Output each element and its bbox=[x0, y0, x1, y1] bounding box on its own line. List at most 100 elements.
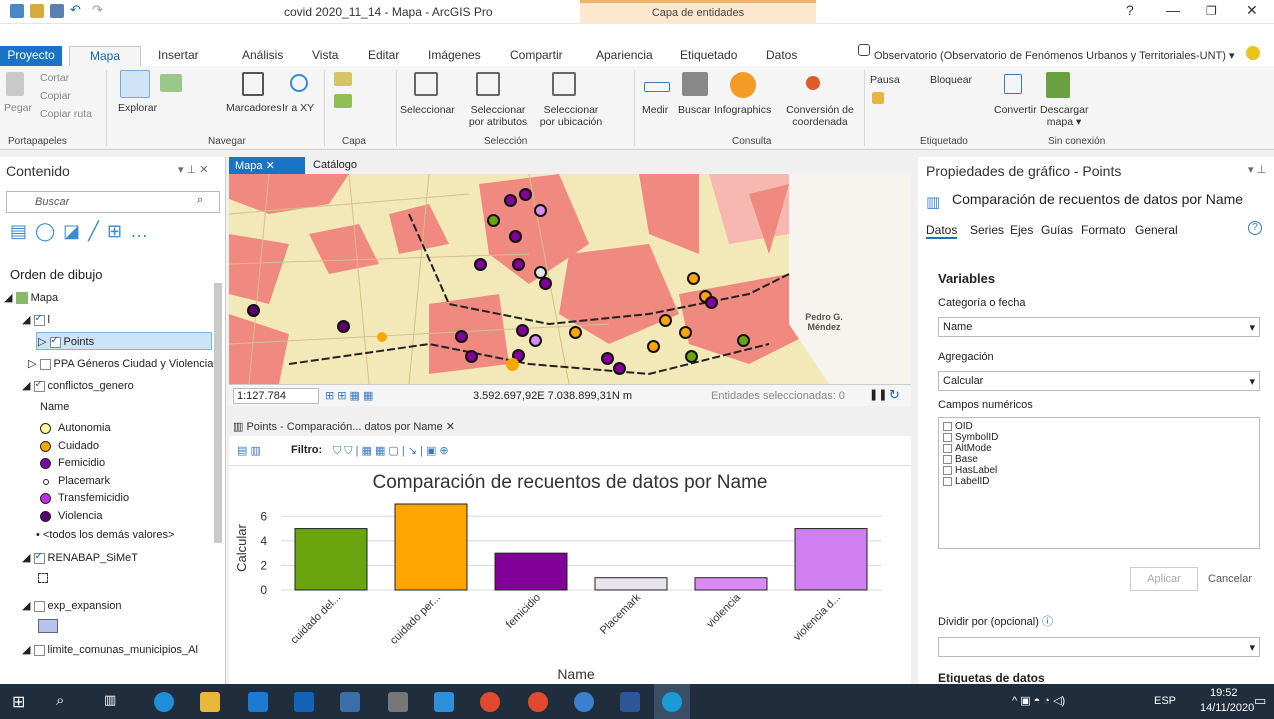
snapping-icons[interactable]: ⊞ ⊞ ▦ ▦ bbox=[325, 389, 373, 402]
tab-imagenes[interactable]: Imágenes bbox=[428, 46, 481, 66]
redo-icon[interactable]: ↷ bbox=[92, 2, 106, 17]
tab-mapa[interactable]: Mapa bbox=[69, 46, 141, 66]
explore-button[interactable]: Explorar bbox=[118, 102, 157, 114]
convert-coordinate-icon[interactable] bbox=[806, 76, 820, 90]
map-canvas[interactable]: Pedro G. Méndez bbox=[229, 174, 911, 384]
select-button[interactable]: Seleccionar bbox=[400, 104, 455, 116]
numeric-field-item[interactable]: AltMode bbox=[943, 443, 992, 454]
pause-drawing-icon[interactable]: ❚❚ bbox=[869, 388, 887, 401]
tree-item-ppa[interactable]: ▷ PPA Géneros Ciudad y Violencia bbox=[28, 357, 213, 370]
view-toolbar[interactable]: ▤◯◪╱⊞… bbox=[10, 221, 210, 243]
goto-xy-icon[interactable] bbox=[290, 74, 308, 92]
explore-icon[interactable] bbox=[120, 70, 150, 98]
map-point[interactable] bbox=[465, 350, 478, 363]
chrome-icon[interactable] bbox=[480, 692, 500, 712]
scale-field[interactable]: 1:127.784 bbox=[233, 388, 319, 404]
bar[interactable] bbox=[394, 503, 468, 591]
tab-guias[interactable]: Guías bbox=[1041, 223, 1073, 237]
full-extent-icon[interactable] bbox=[160, 74, 182, 92]
measure-button[interactable]: Medir bbox=[642, 104, 668, 116]
map-point[interactable] bbox=[534, 204, 547, 217]
convert-button[interactable]: Convertir bbox=[994, 104, 1037, 116]
search-taskbar-icon[interactable]: ⌕ bbox=[56, 692, 76, 712]
bar[interactable] bbox=[494, 552, 568, 591]
basemap-icon[interactable] bbox=[334, 72, 352, 86]
tree-item-renabap[interactable]: ◢ RENABAP_SiMeT bbox=[22, 551, 138, 564]
chart-tab[interactable]: ▥ Points - Comparación... datos por Name… bbox=[233, 420, 455, 433]
refresh-icon[interactable]: ↻ bbox=[889, 387, 900, 403]
chrome-alt-icon[interactable] bbox=[574, 692, 594, 712]
search-input[interactable]: Buscar ⌕ bbox=[6, 191, 220, 213]
word-icon[interactable] bbox=[620, 692, 640, 712]
maximize-icon[interactable]: ❐ bbox=[1206, 4, 1217, 18]
language-indicator[interactable]: ESP bbox=[1154, 695, 1176, 707]
tab-insertar[interactable]: Insertar bbox=[158, 46, 199, 66]
map-point[interactable] bbox=[377, 332, 387, 342]
tab-apariencia[interactable]: Apariencia bbox=[596, 46, 653, 66]
tab-etiquetado[interactable]: Etiquetado bbox=[680, 46, 737, 66]
copy-button[interactable]: Copiar bbox=[40, 90, 71, 102]
search-icon[interactable]: ⌕ bbox=[197, 194, 203, 207]
tab-analisis[interactable]: Análisis bbox=[242, 46, 283, 66]
numeric-field-item[interactable]: OID bbox=[943, 421, 973, 432]
map-point[interactable] bbox=[679, 326, 692, 339]
pause-labels-button[interactable]: Pausa bbox=[870, 74, 900, 86]
cancel-button[interactable]: Cancelar bbox=[1208, 573, 1252, 585]
map-point[interactable] bbox=[601, 352, 614, 365]
map-point[interactable] bbox=[516, 324, 529, 337]
paste-button[interactable]: Pegar bbox=[4, 102, 32, 114]
map-point[interactable] bbox=[647, 340, 660, 353]
tab-catalog[interactable]: Catálogo bbox=[313, 159, 357, 171]
select-by-location-button[interactable]: Seleccionar por ubicación bbox=[536, 104, 606, 128]
map-point[interactable] bbox=[687, 272, 700, 285]
select-icon[interactable] bbox=[414, 72, 438, 96]
system-tray-icons[interactable]: ^ ▣ ◓ ◔ ◁) bbox=[1012, 694, 1065, 707]
convert-coordinate-button[interactable]: Conversión de coordenada bbox=[782, 104, 858, 128]
notifications-icon[interactable]: ▭ bbox=[1254, 693, 1266, 709]
tab-vista[interactable]: Vista bbox=[312, 46, 338, 66]
bar[interactable] bbox=[594, 577, 668, 591]
bar[interactable] bbox=[694, 577, 768, 591]
download-map-button[interactable]: Descargar mapa ▾ bbox=[1040, 104, 1088, 128]
tree-item-points[interactable]: ▷ Points bbox=[38, 335, 94, 348]
paste-icon[interactable] bbox=[6, 72, 24, 96]
map-point[interactable] bbox=[539, 277, 552, 290]
map-point[interactable] bbox=[613, 362, 626, 375]
contents-scrollbar[interactable] bbox=[214, 283, 222, 543]
bookmarks-button[interactable]: Marcadores bbox=[226, 102, 281, 114]
task-view-icon[interactable]: ▥ bbox=[104, 692, 124, 712]
bar[interactable] bbox=[294, 528, 368, 591]
map-point[interactable] bbox=[474, 258, 487, 271]
infographics-icon[interactable] bbox=[730, 72, 756, 98]
tab-datos-props[interactable]: Datos bbox=[926, 223, 958, 239]
save-icon[interactable] bbox=[50, 4, 64, 18]
lock-labels-button[interactable]: Bloquear bbox=[930, 74, 972, 86]
map-point[interactable] bbox=[487, 214, 500, 227]
tab-proyecto[interactable]: Proyecto bbox=[0, 46, 62, 66]
minimize-icon[interactable]: — bbox=[1166, 2, 1180, 18]
map-point[interactable] bbox=[569, 326, 582, 339]
undo-icon[interactable]: ↶ bbox=[70, 2, 84, 17]
tab-ejes[interactable]: Ejes bbox=[1010, 223, 1033, 237]
tab-datos[interactable]: Datos bbox=[766, 46, 797, 66]
map-point[interactable] bbox=[455, 330, 468, 343]
tab-general[interactable]: General bbox=[1135, 223, 1178, 237]
map-point[interactable] bbox=[247, 304, 260, 317]
numeric-field-item[interactable]: HasLabel bbox=[943, 465, 997, 476]
numeric-field-item[interactable]: LabelID bbox=[943, 476, 989, 487]
split-by-select[interactable]: ▾ bbox=[938, 637, 1260, 657]
aggregation-select[interactable]: Calcular ▾ bbox=[938, 371, 1260, 391]
locate-icon[interactable] bbox=[682, 72, 708, 96]
mail-icon[interactable] bbox=[294, 692, 314, 712]
tab-series[interactable]: Series bbox=[970, 223, 1004, 237]
tree-item-group-l[interactable]: ◢ l bbox=[22, 313, 50, 326]
download-map-icon[interactable] bbox=[1046, 72, 1070, 98]
clock-date[interactable]: 14/11/2020 bbox=[1200, 702, 1254, 714]
convert-icon[interactable] bbox=[1004, 74, 1022, 94]
map-point[interactable] bbox=[659, 314, 672, 327]
select-by-location-icon[interactable] bbox=[552, 72, 576, 96]
map-point[interactable] bbox=[504, 194, 517, 207]
infographics-button[interactable]: Infographics bbox=[714, 104, 771, 116]
filter-icons[interactable]: ⛉ ⛉ | ▦ ▦ ▢ | ↘ | ▣ ⊕ bbox=[333, 444, 449, 458]
copy-path-button[interactable]: Copiar ruta bbox=[40, 108, 92, 120]
